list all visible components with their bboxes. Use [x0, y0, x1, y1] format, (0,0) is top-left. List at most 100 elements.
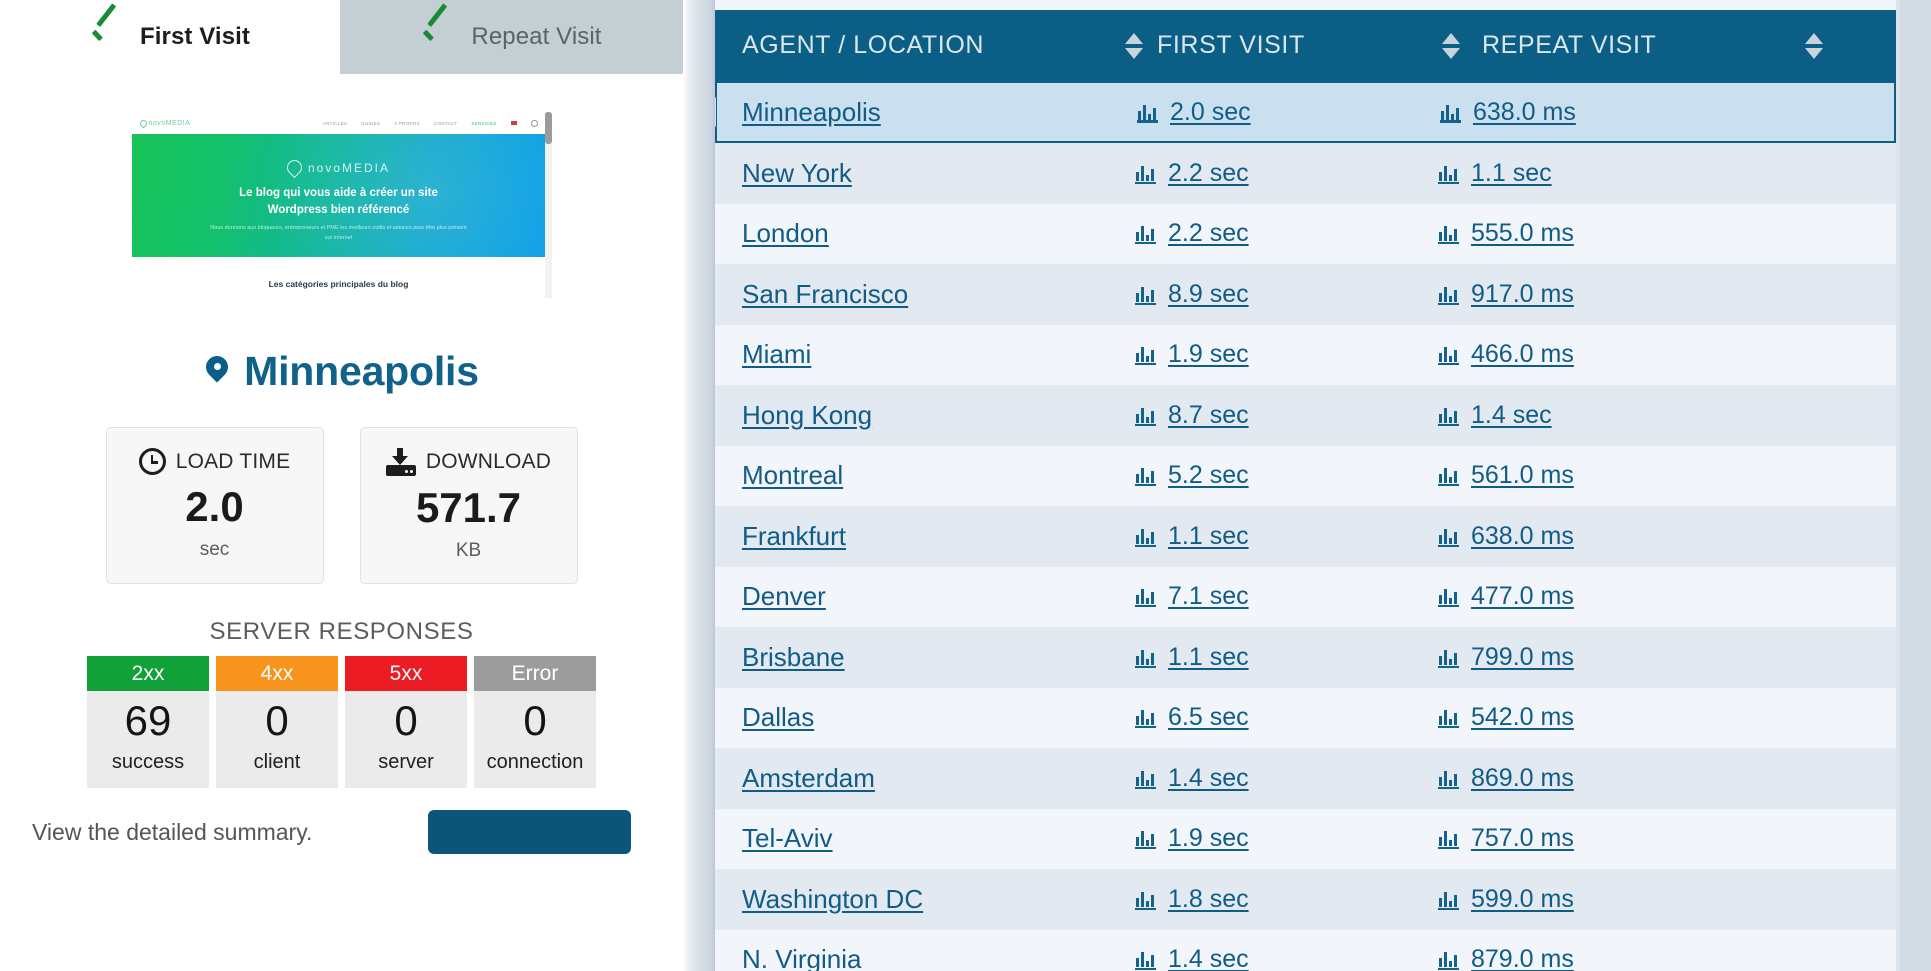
first-visit-link[interactable]: 1.9 sec: [1168, 340, 1249, 369]
bar-chart-icon[interactable]: [1135, 586, 1156, 608]
bar-chart-icon[interactable]: [1135, 223, 1156, 245]
table-row[interactable]: Montreal 5.2 sec 561.0 ms: [715, 445, 1896, 506]
repeat-visit-link[interactable]: 799.0 ms: [1471, 643, 1574, 672]
first-visit-link[interactable]: 8.7 sec: [1168, 401, 1249, 430]
location-link[interactable]: Dallas: [742, 702, 814, 732]
first-visit-link[interactable]: 7.1 sec: [1168, 582, 1249, 611]
bar-chart-icon[interactable]: [1438, 889, 1459, 910]
bar-chart-icon[interactable]: [1438, 344, 1459, 366]
repeat-visit-link[interactable]: 638.0 ms: [1471, 522, 1574, 551]
location-link[interactable]: N. Virginia: [742, 944, 861, 971]
bar-chart-icon[interactable]: [1135, 768, 1156, 789]
table-row[interactable]: Hong Kong 8.7 sec 1.4 sec: [715, 385, 1896, 446]
table-row[interactable]: Amsterdam 1.4 sec 869.0 ms: [715, 748, 1896, 809]
bar-chart-icon[interactable]: [1135, 889, 1156, 910]
location-link[interactable]: New York: [742, 158, 852, 188]
first-visit-link[interactable]: 2.2 sec: [1168, 159, 1249, 188]
first-visit-link[interactable]: 2.2 sec: [1168, 219, 1249, 248]
preview-scrollbar-track[interactable]: [544, 112, 552, 298]
repeat-visit-link[interactable]: 638.0 ms: [1473, 98, 1576, 127]
table-row[interactable]: Tel-Aviv 1.9 sec 757.0 ms: [715, 808, 1896, 869]
location-link[interactable]: Minneapolis: [742, 97, 881, 127]
bar-chart-icon[interactable]: [1135, 526, 1156, 547]
table-row[interactable]: Denver 7.1 sec 477.0 ms: [715, 566, 1896, 627]
bar-chart-icon[interactable]: [1438, 768, 1459, 789]
column-header-repeat-visit[interactable]: REPEAT VISIT: [1462, 31, 1803, 60]
repeat-visit-link[interactable]: 879.0 ms: [1471, 945, 1574, 971]
bar-chart-icon[interactable]: [1135, 949, 1156, 971]
bar-chart-icon[interactable]: [1438, 586, 1459, 608]
location-link[interactable]: Frankfurt: [742, 521, 846, 551]
bar-chart-icon[interactable]: [1135, 284, 1156, 305]
first-visit-link[interactable]: 5.2 sec: [1168, 461, 1249, 490]
repeat-visit-link[interactable]: 1.1 sec: [1471, 159, 1552, 188]
location-link[interactable]: Denver: [742, 581, 826, 611]
location-link[interactable]: San Francisco: [742, 279, 908, 309]
bar-chart-icon[interactable]: [1438, 223, 1459, 245]
table-row[interactable]: Frankfurt 1.1 sec 638.0 ms: [715, 506, 1896, 567]
location-link[interactable]: Miami: [742, 339, 811, 369]
bar-chart-icon[interactable]: [1135, 163, 1156, 184]
first-visit-link[interactable]: 2.0 sec: [1170, 98, 1251, 127]
table-row[interactable]: Washington DC 1.8 sec 599.0 ms: [715, 869, 1896, 930]
bar-chart-icon[interactable]: [1137, 102, 1158, 123]
sort-icon-first-visit[interactable]: [1440, 31, 1462, 61]
repeat-visit-link[interactable]: 869.0 ms: [1471, 764, 1574, 793]
location-link[interactable]: Washington DC: [742, 884, 923, 914]
table-row[interactable]: N. Virginia 1.4 sec 879.0 ms: [715, 929, 1896, 971]
bar-chart-icon[interactable]: [1438, 949, 1459, 971]
repeat-visit-link[interactable]: 555.0 ms: [1471, 219, 1574, 248]
bar-chart-icon[interactable]: [1135, 465, 1156, 487]
bar-chart-icon[interactable]: [1440, 102, 1461, 123]
repeat-visit-link[interactable]: 477.0 ms: [1471, 582, 1574, 611]
page-scrollbar[interactable]: [1900, 0, 1931, 971]
bar-chart-icon[interactable]: [1438, 465, 1459, 487]
bar-chart-icon[interactable]: [1135, 828, 1156, 850]
location-link[interactable]: Amsterdam: [742, 763, 875, 793]
table-row[interactable]: New York 2.2 sec 1.1 sec: [715, 143, 1896, 204]
first-visit-link[interactable]: 1.9 sec: [1168, 824, 1249, 853]
repeat-visit-link[interactable]: 542.0 ms: [1471, 703, 1574, 732]
bar-chart-icon[interactable]: [1135, 647, 1156, 668]
repeat-visit-link[interactable]: 757.0 ms: [1471, 824, 1574, 853]
detailed-summary-button[interactable]: [428, 810, 631, 854]
bar-chart-icon[interactable]: [1438, 647, 1459, 668]
table-row[interactable]: Minneapolis 2.0 sec 638.0 ms: [715, 81, 1896, 143]
bar-chart-icon[interactable]: [1438, 526, 1459, 547]
first-visit-link[interactable]: 1.4 sec: [1168, 764, 1249, 793]
table-row[interactable]: Brisbane 1.1 sec 799.0 ms: [715, 627, 1896, 688]
bar-chart-icon[interactable]: [1135, 344, 1156, 366]
sort-icon-agent-location[interactable]: [1123, 31, 1145, 61]
location-link[interactable]: Montreal: [742, 460, 843, 490]
site-screenshot-preview[interactable]: novoMEDIA ARTICLES GUIDES A PROPOS CONTA…: [131, 112, 552, 300]
location-link[interactable]: Tel-Aviv: [742, 823, 833, 853]
preview-scrollbar-thumb[interactable]: [544, 112, 552, 144]
bar-chart-icon[interactable]: [1438, 163, 1459, 184]
table-row[interactable]: Miami 1.9 sec 466.0 ms: [715, 324, 1896, 385]
repeat-visit-link[interactable]: 466.0 ms: [1471, 340, 1574, 369]
column-header-agent-location[interactable]: AGENT / LOCATION: [715, 31, 1123, 60]
location-link[interactable]: Brisbane: [742, 642, 845, 672]
tab-first-visit[interactable]: First Visit: [0, 0, 340, 74]
first-visit-link[interactable]: 1.4 sec: [1168, 945, 1249, 971]
bar-chart-icon[interactable]: [1438, 284, 1459, 305]
bar-chart-icon[interactable]: [1438, 405, 1459, 426]
table-row[interactable]: Dallas 6.5 sec 542.0 ms: [715, 687, 1896, 748]
column-header-first-visit[interactable]: FIRST VISIT: [1145, 31, 1440, 60]
table-row[interactable]: London 2.2 sec 555.0 ms: [715, 203, 1896, 264]
tab-repeat-visit[interactable]: Repeat Visit: [340, 0, 683, 74]
repeat-visit-link[interactable]: 917.0 ms: [1471, 280, 1574, 309]
first-visit-link[interactable]: 8.9 sec: [1168, 280, 1249, 309]
table-row[interactable]: San Francisco 8.9 sec 917.0 ms: [715, 264, 1896, 325]
first-visit-link[interactable]: 6.5 sec: [1168, 703, 1249, 732]
repeat-visit-link[interactable]: 1.4 sec: [1471, 401, 1552, 430]
bar-chart-icon[interactable]: [1135, 707, 1156, 729]
first-visit-link[interactable]: 1.1 sec: [1168, 643, 1249, 672]
location-link[interactable]: London: [742, 218, 829, 248]
location-link[interactable]: Hong Kong: [742, 400, 872, 430]
first-visit-link[interactable]: 1.1 sec: [1168, 522, 1249, 551]
sort-icon-repeat-visit[interactable]: [1803, 31, 1825, 61]
repeat-visit-link[interactable]: 599.0 ms: [1471, 885, 1574, 914]
repeat-visit-link[interactable]: 561.0 ms: [1471, 461, 1574, 490]
bar-chart-icon[interactable]: [1135, 405, 1156, 426]
